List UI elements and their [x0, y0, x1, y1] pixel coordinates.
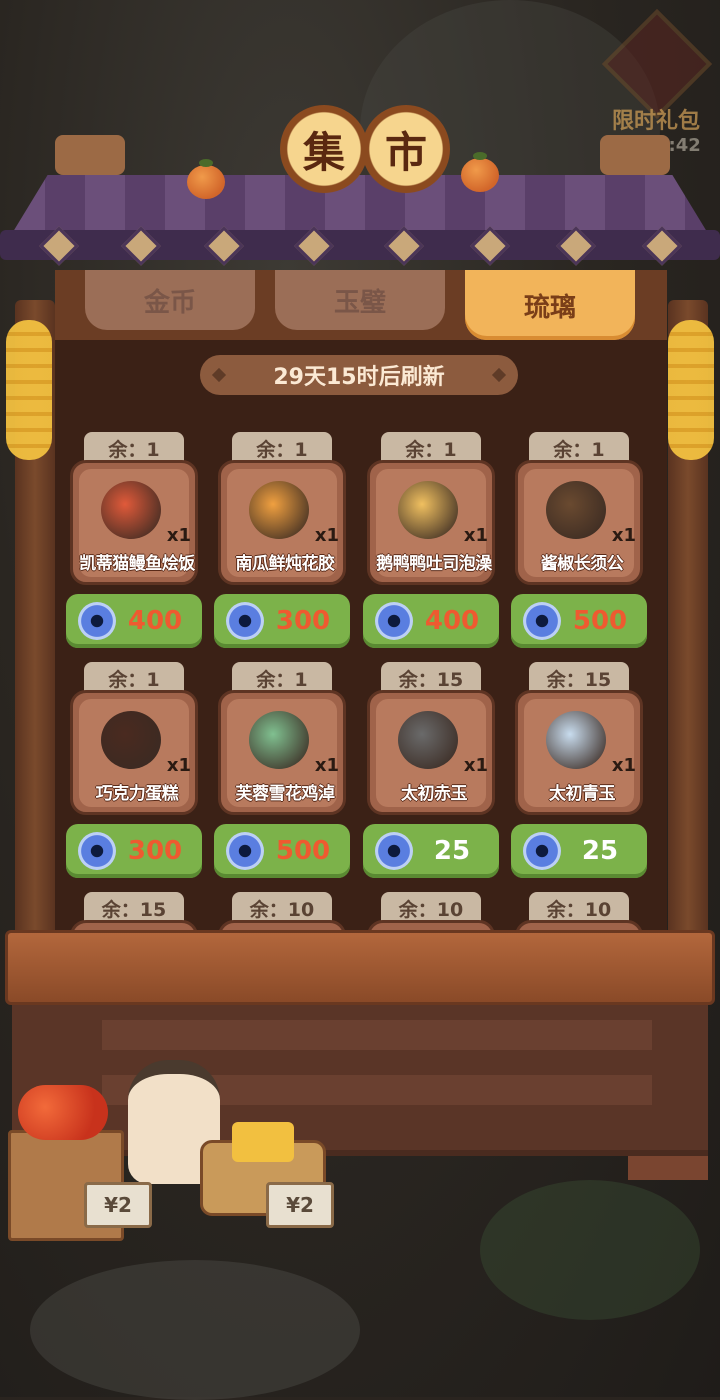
background-blob: [480, 1180, 700, 1320]
chocolate-cake-icon: [101, 711, 161, 769]
tab-glaze-label: 琉璃: [523, 292, 576, 323]
glaze-coin-icon: [523, 602, 561, 640]
buy-button[interactable]: 300: [66, 824, 202, 878]
item-name: 芙蓉雪花鸡淖: [235, 784, 336, 804]
glaze-coin-icon: [375, 832, 413, 870]
title-char-2: 市: [362, 105, 450, 193]
price-value: 25: [581, 836, 619, 866]
glaze-coin-icon: [78, 602, 116, 640]
item-name: 南瓜鲜炖花胶: [235, 554, 336, 574]
item-quantity: x1: [166, 525, 191, 546]
buy-button[interactable]: 300: [214, 594, 350, 648]
tab-glaze[interactable]: 琉璃: [465, 270, 635, 340]
persimmon-icon: [187, 159, 225, 199]
buy-button[interactable]: 400: [66, 594, 202, 648]
price-value: 300: [275, 606, 331, 636]
pepper-shrimp-icon: [546, 481, 606, 539]
buy-button[interactable]: 500: [214, 824, 350, 878]
price-value: 400: [127, 606, 183, 636]
glaze-coin-icon: [78, 832, 116, 870]
roof-end-right: [600, 135, 670, 175]
item-name: 太初赤玉: [401, 784, 468, 804]
item-name: 巧克力蛋糕: [95, 784, 179, 804]
tab-gold[interactable]: 金币: [85, 270, 255, 330]
duck-toast-bath-icon: [398, 481, 458, 539]
tomatoes-icon: [18, 1085, 108, 1140]
item-quantity: x1: [314, 755, 339, 776]
market-title: 集 市: [280, 105, 450, 195]
counter-top: [5, 930, 715, 1005]
price-value: 300: [127, 836, 183, 866]
buy-button[interactable]: 25: [363, 824, 499, 878]
tab-jade-label: 玉璧: [333, 287, 386, 318]
item-card[interactable]: x1 芙蓉雪花鸡淖: [218, 690, 346, 815]
roof-edge: [0, 230, 720, 260]
corn-decoration-icon: [668, 320, 714, 460]
item-card[interactable]: x1 太初青玉: [515, 690, 643, 815]
item-name: 太初青玉: [549, 784, 616, 804]
buy-button[interactable]: 500: [511, 594, 647, 648]
tab-gold-label: 金币: [143, 287, 196, 318]
price-value: 25: [433, 836, 471, 866]
item-quantity: x1: [463, 755, 488, 776]
item-quantity: x1: [314, 525, 339, 546]
item-quantity: x1: [463, 525, 488, 546]
refresh-timer: 29天15时后刷新: [200, 355, 518, 395]
corn-decoration-icon: [6, 320, 52, 460]
item-quantity: x1: [611, 755, 636, 776]
glaze-coin-icon: [226, 832, 264, 870]
item-card[interactable]: x1 太初赤玉: [367, 690, 495, 815]
price-value: 500: [572, 606, 628, 636]
item-card[interactable]: x1 鹅鸭鸭吐司泡澡: [367, 460, 495, 585]
item-name: 鹅鸭鸭吐司泡澡: [376, 554, 492, 574]
item-name: 凯蒂猫鳗鱼烩饭: [79, 554, 195, 574]
buy-button[interactable]: 25: [511, 824, 647, 878]
persimmon-icon: [461, 152, 499, 192]
tab-jade[interactable]: 玉璧: [275, 270, 445, 330]
counter-plank: [102, 1020, 652, 1050]
red-jade-stone-icon: [398, 711, 458, 769]
item-quantity: x1: [166, 755, 191, 776]
price-value: 500: [275, 836, 331, 866]
shop-panel: 金币 玉璧 琉璃 29天15时后刷新 余：1 x1 凯蒂猫鳗鱼烩饭 400 余：1 x1 南…: [55, 270, 667, 960]
background-blob: [30, 1260, 360, 1400]
item-card[interactable]: x1 巧克力蛋糕: [70, 690, 198, 815]
glaze-coin-icon: [523, 832, 561, 870]
buy-button[interactable]: 400: [363, 594, 499, 648]
item-name: 酱椒长须公: [540, 554, 624, 574]
glaze-coin-icon: [375, 602, 413, 640]
hello-kitty-eel-rice-icon: [101, 481, 161, 539]
item-quantity: x1: [611, 525, 636, 546]
gift-label: 限时礼包: [611, 109, 700, 134]
price-value: 400: [424, 606, 480, 636]
item-card[interactable]: x1 酱椒长须公: [515, 460, 643, 585]
blue-jade-stone-icon: [546, 711, 606, 769]
tofu-icon: [232, 1122, 294, 1162]
item-card[interactable]: x1 凯蒂猫鳗鱼烩饭: [70, 460, 198, 585]
item-card[interactable]: x1 南瓜鲜炖花胶: [218, 460, 346, 585]
title-char-1: 集: [280, 105, 368, 193]
roof-end-left: [55, 135, 125, 175]
limited-gift-button[interactable]: 限时礼包 02:40:42: [601, 8, 713, 156]
lotus-chicken-dish-icon: [249, 711, 309, 769]
price-sign: ¥2: [266, 1182, 334, 1228]
price-sign: ¥2: [84, 1182, 152, 1228]
pumpkin-fish-maw-icon: [249, 481, 309, 539]
glaze-coin-icon: [226, 602, 264, 640]
